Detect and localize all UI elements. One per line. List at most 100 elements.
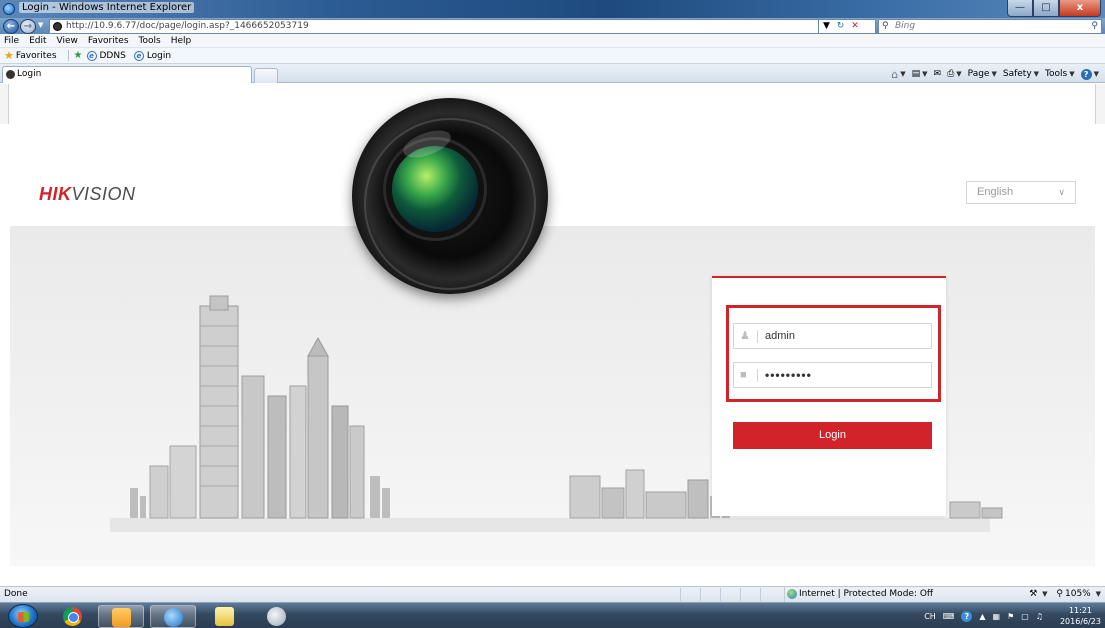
search-go-icon[interactable]: ⚲ [1091, 20, 1098, 33]
favorite-link-label: Login [146, 50, 172, 61]
favorites-button[interactable]: Favorites [16, 51, 57, 61]
menu-help[interactable]: Help [171, 36, 192, 46]
ie-icon [164, 608, 183, 627]
status-text: Done [4, 589, 28, 599]
login-button[interactable]: Login [733, 422, 932, 449]
window-controls: — □ x [1007, 0, 1101, 17]
mail-icon[interactable]: ✉ [934, 69, 942, 79]
minimize-button[interactable]: — [1007, 0, 1033, 17]
password-field[interactable]: ■ ••••••••• [733, 362, 932, 388]
chevron-down-icon: ▼ [1069, 70, 1075, 78]
status-bar: Done Internet | Protected Mode: Off ⚒ ▼ … [0, 586, 1105, 602]
refresh-icon[interactable]: ↻ [837, 20, 845, 33]
ie-icon [3, 3, 15, 15]
clock[interactable]: 11:21 2016/6/23 [1053, 605, 1101, 627]
input-language[interactable]: CH [924, 612, 936, 621]
cmd-page[interactable]: Page [968, 69, 990, 79]
language-value: English [977, 186, 1014, 198]
new-tab-button[interactable] [254, 68, 278, 83]
lock-icon: ■ [740, 369, 747, 381]
flag-icon[interactable]: ⚑ [1007, 612, 1014, 621]
search-placeholder: Bing [895, 21, 916, 31]
taskbar-internet-explorer[interactable] [150, 605, 196, 628]
taskbar-chrome[interactable] [50, 605, 96, 628]
chevron-down-icon: ▼ [1042, 590, 1048, 598]
hikvision-logo: HIKVISION [39, 184, 136, 205]
username-field[interactable]: ♟ admin [733, 323, 932, 349]
lens-glass [392, 146, 478, 232]
close-button[interactable]: x [1059, 0, 1101, 17]
cmd-safety[interactable]: Safety [1003, 69, 1032, 79]
taskbar-paint[interactable] [254, 605, 300, 628]
language-select[interactable]: English ∨ [966, 181, 1076, 204]
address-tools: ▼ ↻ ✕ [818, 19, 876, 34]
monitor-icon[interactable]: ▢ [1021, 612, 1029, 621]
add-favorite-icon[interactable]: ★ [74, 50, 83, 61]
system-tray: CH ⌨ ? ▲ ▦ ⚑ ▢ ♫ 11:21 2016/6/23 [917, 603, 1101, 628]
ie-page-icon: e [86, 50, 97, 61]
chrome-icon [63, 607, 82, 626]
tab-row: Login ⌂ ▼ ▤ ▼ ✉ ⎙ ▼ Page ▼ Safety ▼ Tool… [0, 64, 1105, 83]
search-input[interactable]: ⚲ Bing ⚲ [878, 19, 1102, 34]
menu-edit[interactable]: Edit [29, 36, 46, 46]
address-input[interactable]: http://10.9.6.77/doc/page/login.asp?_146… [49, 19, 829, 34]
camera-lens-illustration [352, 98, 548, 294]
tab-login[interactable]: Login [2, 66, 252, 83]
user-icon: ♟ [740, 330, 750, 342]
field-divider [757, 369, 758, 382]
favorite-link-ddns[interactable]: e DDNS [86, 50, 126, 61]
taskbar-sticky-notes[interactable] [202, 605, 248, 628]
page-icon [6, 70, 15, 79]
windows-logo-icon [18, 612, 29, 622]
favorites-star-icon[interactable]: ★ [4, 49, 14, 62]
menu-favorites[interactable]: Favorites [88, 36, 129, 46]
print-dropdown-icon[interactable]: ▼ [956, 70, 961, 78]
password-value: ••••••••• [765, 368, 812, 382]
home-icon[interactable]: ⌂ [891, 68, 898, 81]
menu-view[interactable]: View [57, 36, 78, 46]
username-value: admin [765, 330, 795, 342]
field-divider [757, 330, 758, 343]
taskbar: CH ⌨ ? ▲ ▦ ⚑ ▢ ♫ 11:21 2016/6/23 [0, 602, 1105, 628]
tab-label: Login [17, 69, 42, 79]
page-frame-top [9, 84, 1095, 124]
globe-icon [787, 589, 797, 599]
history-dropdown-icon[interactable]: ▼ [38, 21, 43, 29]
feeds-dropdown-icon[interactable]: ▼ [922, 70, 927, 78]
print-icon[interactable]: ⎙ [947, 69, 954, 79]
home-dropdown-icon[interactable]: ▼ [900, 70, 905, 78]
menu-bar: File Edit View Favorites Tools Help [0, 34, 1105, 48]
logo-hik: HIK [39, 184, 72, 204]
cmd-tools[interactable]: Tools [1045, 69, 1067, 79]
stop-icon[interactable]: ✕ [851, 20, 859, 33]
menu-tools[interactable]: Tools [139, 36, 161, 46]
favorites-bar: ★ Favorites ★ e DDNS e Login [0, 48, 1105, 64]
chevron-up-icon[interactable]: ▲ [979, 612, 985, 621]
zoom-control[interactable]: ⚒ ▼ ⚲ 105% ▼ [1023, 587, 1101, 602]
taskbar-outlook[interactable] [98, 605, 144, 628]
zoom-dropdown-icon[interactable]: ▼ [1096, 590, 1101, 598]
forward-button[interactable]: → [20, 19, 36, 34]
help-dropdown-icon[interactable]: ▼ [1094, 70, 1099, 78]
window-titlebar[interactable]: Login - Windows Internet Explorer — □ x [0, 0, 1105, 18]
status-cells [680, 588, 780, 601]
popup-blocker-icon[interactable]: ⚒ [1029, 589, 1037, 599]
menu-file[interactable]: File [4, 36, 19, 46]
network-icon[interactable]: ▦ [993, 612, 1001, 621]
paint-icon [267, 607, 286, 626]
keyboard-icon[interactable]: ⌨ [943, 612, 955, 621]
volume-icon[interactable]: ♫ [1036, 612, 1043, 621]
logo-vision: VISION [71, 184, 136, 204]
security-zone[interactable]: Internet | Protected Mode: Off [784, 587, 953, 602]
start-button[interactable] [8, 604, 38, 628]
help-icon[interactable]: ? [961, 610, 973, 622]
address-url: http://10.9.6.77/doc/page/login.asp?_146… [66, 21, 309, 31]
favorite-link-login[interactable]: e Login [133, 50, 172, 61]
address-dropdown-icon[interactable]: ▼ [823, 20, 830, 33]
feeds-icon[interactable]: ▤ [912, 69, 921, 79]
help-icon[interactable]: ? [1080, 68, 1092, 80]
maximize-button[interactable]: □ [1033, 0, 1059, 17]
chevron-down-icon: ▼ [1033, 70, 1040, 78]
chevron-down-icon: ▼ [991, 70, 997, 78]
back-button[interactable]: ← [3, 19, 19, 34]
